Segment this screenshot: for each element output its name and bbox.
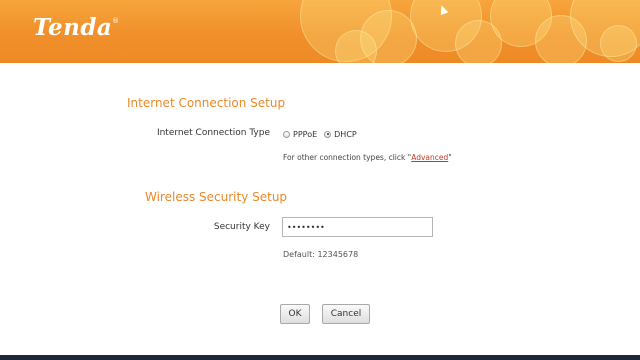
radio-pppoe-icon[interactable] [283, 130, 290, 138]
security-key-label: Security Key [213, 222, 270, 232]
connection-type-label: Internet Connection Type [156, 128, 270, 138]
default-key-text: Default: 12345678 [283, 250, 359, 259]
security-key-input[interactable] [282, 217, 433, 237]
radio-option-dhcp[interactable]: DHCP [324, 130, 357, 139]
cancel-button[interactable]: Cancel [322, 304, 370, 324]
router-setup-page: Tenda ® Internet Connection Setup Intern… [0, 0, 640, 360]
radio-pppoe-label: PPPoE [293, 129, 318, 139]
connection-type-radio-group: PPPoE DHCP [283, 128, 364, 140]
tenda-logo: Tenda [33, 14, 113, 41]
hint-prefix: For other connection types, click " [283, 153, 412, 162]
internet-setup-title: Internet Connection Setup [127, 96, 286, 110]
radio-dhcp-icon[interactable] [324, 130, 332, 138]
hint-suffix: " [448, 153, 452, 162]
radio-dhcp-label: DHCP [334, 129, 357, 139]
advanced-link[interactable]: Advanced [411, 153, 448, 162]
radio-option-pppoe[interactable]: PPPoE [283, 130, 317, 139]
other-connection-hint: For other connection types, click "Advan… [283, 153, 452, 162]
header-banner: Tenda ® [0, 0, 640, 63]
ok-button[interactable]: OK [280, 304, 310, 324]
registered-mark: ® [112, 17, 119, 25]
taskbar-strip [0, 355, 640, 360]
wireless-setup-title: Wireless Security Setup [145, 190, 288, 204]
